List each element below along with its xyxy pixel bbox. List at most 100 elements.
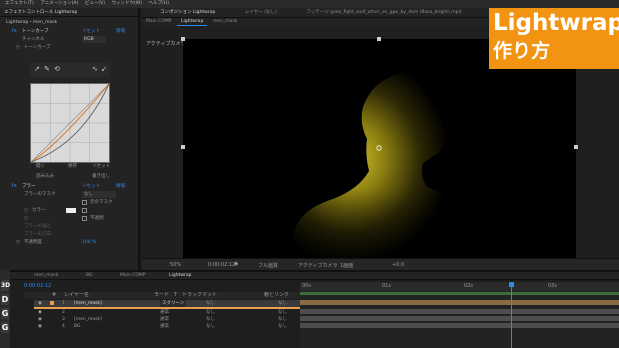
graph-footer: 開く 保存 リセット [0, 163, 138, 170]
layer-name-4[interactable]: BG [74, 323, 81, 330]
eye-icon-4[interactable]: ◉ [38, 323, 42, 330]
views-select[interactable]: 1画面 [340, 262, 353, 269]
layer-matte-select[interactable]: なし [206, 300, 215, 307]
track-bar-2[interactable] [300, 309, 619, 314]
dock-g2-icon[interactable]: G [1, 322, 9, 333]
dock-g-icon[interactable]: G [1, 308, 9, 319]
export-button[interactable]: 書き出し [92, 173, 110, 180]
layer-parent-select-2[interactable]: なし [278, 309, 287, 316]
ruler-1: 01s [382, 283, 391, 289]
tl-tab-main-comp[interactable]: Main COMP [116, 272, 149, 280]
layer-parent-select[interactable]: なし [278, 300, 287, 307]
blur-info-link[interactable]: 情報 [116, 183, 125, 190]
eye-icon-3[interactable]: ◉ [38, 316, 42, 323]
canvas-handle-tc[interactable] [377, 37, 381, 41]
dock-3d-icon[interactable]: 3D [1, 280, 10, 291]
layer-matte-select-4[interactable]: なし [206, 323, 215, 330]
playhead[interactable] [511, 282, 512, 348]
color-swatch[interactable] [66, 208, 76, 213]
exposure-value[interactable]: +0.0 [392, 262, 404, 268]
layer-parent-select-4[interactable]: なし [278, 323, 287, 330]
resolution-select[interactable]: フル画質 [258, 262, 278, 269]
layer-name-3[interactable]: [men_mask] [74, 316, 102, 323]
linear-icon[interactable]: ∿ [92, 65, 98, 73]
canvas-handle-l[interactable] [181, 145, 185, 149]
open-button[interactable]: 開く [36, 163, 45, 170]
blur-reset-link[interactable]: リセット [82, 183, 100, 190]
layer-name[interactable]: [men_mask] [74, 300, 102, 307]
menu-help[interactable]: ヘルプ(H) [149, 0, 169, 8]
canvas-handle-r[interactable] [574, 145, 578, 149]
subtab-men-mask[interactable]: men_mask [209, 18, 241, 26]
radio-icon[interactable]: ○ [24, 207, 28, 214]
tl-tab-lightwrap[interactable]: Lightwrap [165, 272, 195, 280]
playhead-handle[interactable] [509, 282, 514, 287]
fx-toggle-icon-2[interactable]: fx [12, 183, 17, 190]
subtab-main-comp[interactable]: Main COMP [142, 18, 175, 26]
viewer-timecode[interactable]: 0:00:02:12 [208, 262, 235, 268]
layer-parent-select-3[interactable]: なし [278, 316, 287, 323]
layer-matte-select-2[interactable]: なし [206, 309, 215, 316]
menu-effect[interactable]: エフェクト(T) [5, 0, 34, 8]
timeline-timecode[interactable]: 0:00:02:12 [24, 283, 51, 289]
import-button[interactable]: 読み込み [36, 173, 54, 180]
layer-mode-select[interactable]: スクリーン [160, 300, 187, 307]
color-checkbox[interactable] [82, 208, 87, 213]
save-button[interactable]: 保存 [68, 163, 77, 170]
clock-icon[interactable]: ◷ [16, 44, 20, 51]
tl-tab-men-mask[interactable]: men_mask [30, 272, 62, 280]
dock-d-icon[interactable]: D [1, 294, 9, 305]
camera-icon[interactable]: ◉ [234, 261, 238, 267]
tab-composition[interactable]: コンポジション Lightwrap [156, 8, 219, 17]
tab-footage[interactable]: フッテージ gaea_fight_wolf_other_on_gpe_by_do… [302, 8, 465, 17]
track-bar-4[interactable] [300, 323, 619, 328]
menu-animation[interactable]: アニメーション(A) [40, 0, 78, 8]
reset-button[interactable]: リセット [92, 163, 110, 170]
track-bar-3[interactable] [300, 316, 619, 321]
layer-row-1[interactable]: ◉ 1 [men_mask] スクリーン なし なし [34, 300, 310, 307]
radio-icon-2[interactable]: ○ [24, 215, 28, 222]
smooth-icon[interactable]: ⟲ [54, 65, 60, 73]
opacity-value[interactable]: 100 % [82, 239, 96, 246]
canvas-handle-tl[interactable] [181, 37, 185, 41]
tab-layer[interactable]: レイヤー (なし) [241, 8, 281, 17]
blur-row: fx ブラー リセット 情報 [0, 183, 138, 190]
opaque-checkbox[interactable] [82, 216, 87, 221]
curve-tool-icon[interactable]: ↗ [34, 65, 40, 73]
eye-icon-2[interactable]: ◉ [38, 309, 42, 316]
channel-select[interactable]: RGB [82, 36, 106, 43]
tl-tab-bg[interactable]: BG [82, 272, 97, 280]
track-bar-1[interactable] [300, 300, 619, 305]
time-ruler[interactable]: 00s 01s 02s 03s [300, 282, 619, 291]
layer-row-4[interactable]: ◉ 4 BG 通常 なし なし [34, 323, 310, 330]
layer-color-label[interactable] [50, 301, 54, 305]
mask-checkbox[interactable] [82, 200, 87, 205]
layer-mode-select-3[interactable]: 通常 [160, 316, 169, 323]
opaque-label: 不透明 [90, 216, 104, 221]
track-area[interactable]: 00s 01s 02s 03s [300, 282, 619, 348]
layer-row-3[interactable]: ◉ 3 [men_mask] 通常 なし なし [34, 316, 310, 323]
subtab-lightwrap[interactable]: Lightwrap [177, 18, 208, 26]
curve-graph[interactable] [30, 83, 110, 163]
title-line-1: Lightwrap [493, 10, 619, 36]
curves-reset-link[interactable]: リセット [82, 28, 100, 35]
pencil-icon[interactable]: ✎ [44, 65, 50, 73]
curves-label: トーンカーブ [22, 29, 49, 34]
tab-effect-controls[interactable]: エフェクトコントロール Lightwrap [0, 8, 81, 17]
zoom-select[interactable]: 50% [170, 262, 181, 268]
layer-matte-select-3[interactable]: なし [206, 316, 215, 323]
layer-mode-select-4[interactable]: 通常 [160, 323, 169, 330]
clock-icon-2[interactable]: ◷ [16, 239, 20, 246]
comp-canvas[interactable] [183, 39, 576, 264]
fx-toggle-icon[interactable]: fx [12, 28, 17, 35]
eye-icon[interactable]: ◉ [38, 300, 42, 307]
layer-mode-select-2[interactable]: 通常 [160, 309, 169, 316]
curves-info-link[interactable]: 情報 [116, 28, 125, 35]
work-area-bar[interactable] [300, 292, 619, 295]
blur-mask-select[interactable]: なし [82, 191, 116, 198]
camera-select[interactable]: アクティブカメラ [298, 262, 337, 269]
menu-window[interactable]: ウィンドウ(W) [112, 0, 142, 8]
layer-row-2[interactable]: ◉ 2 通常 なし なし [34, 309, 310, 316]
reset-curve-icon[interactable]: ↙ [101, 65, 107, 73]
menu-view[interactable]: ビュー(V) [85, 0, 105, 8]
